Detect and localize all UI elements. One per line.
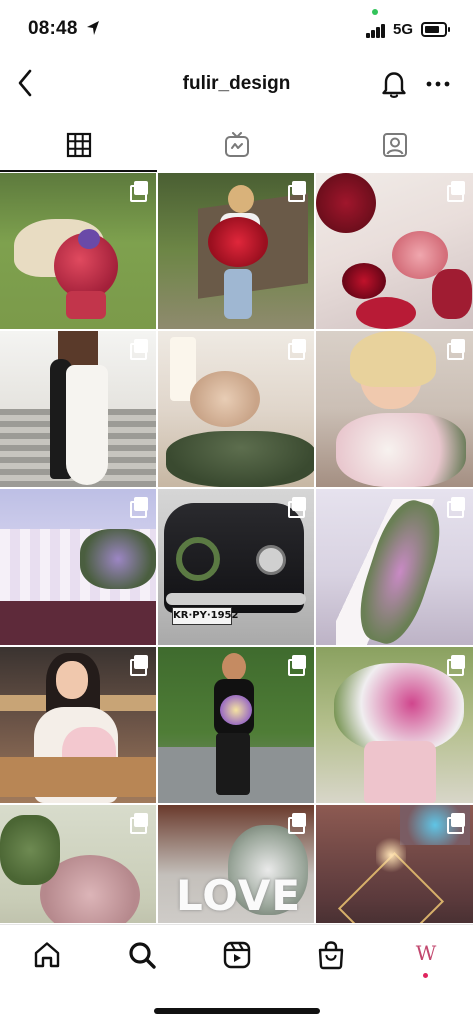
flower-arch-shape xyxy=(80,529,156,589)
reels-icon xyxy=(223,941,251,969)
candle-light-shape xyxy=(376,835,406,875)
bouquet-shape xyxy=(336,413,466,487)
carousel-icon xyxy=(288,339,306,360)
tab-tagged[interactable] xyxy=(316,120,473,172)
candle-glass-shape xyxy=(342,263,386,299)
more-options-icon[interactable] xyxy=(426,81,450,87)
post-tile[interactable] xyxy=(316,173,473,329)
signal-strength-icon xyxy=(366,24,386,38)
carousel-icon xyxy=(130,655,148,676)
tab-grid[interactable] xyxy=(0,120,157,172)
bottom-navigation: W xyxy=(0,924,473,986)
flower-box-shape xyxy=(364,741,436,803)
status-bar: 08:48 5G xyxy=(0,0,473,56)
post-tile[interactable] xyxy=(0,489,156,645)
post-tile[interactable] xyxy=(0,805,156,923)
post-tile[interactable] xyxy=(158,647,314,803)
post-tile[interactable]: KR·PY·1952 xyxy=(158,489,314,645)
bell-icon[interactable] xyxy=(380,69,408,99)
privacy-indicator-dot xyxy=(372,9,378,15)
status-time: 08:48 xyxy=(28,18,78,39)
post-tile[interactable] xyxy=(158,173,314,329)
carousel-icon xyxy=(130,181,148,202)
carousel-icon xyxy=(447,181,465,202)
peony-shape xyxy=(190,371,260,427)
love-sign: LOVE xyxy=(176,871,302,920)
home-icon xyxy=(34,942,60,968)
network-type: 5G xyxy=(393,21,414,38)
post-tile[interactable] xyxy=(0,647,156,803)
purple-flower-shape xyxy=(78,229,100,249)
post-tile[interactable] xyxy=(316,647,473,803)
notification-dot xyxy=(423,973,428,978)
carousel-icon xyxy=(288,181,306,202)
nav-reels[interactable] xyxy=(221,939,253,971)
carousel-icon xyxy=(447,813,465,834)
candle-glass-shape xyxy=(356,297,416,329)
nav-home[interactable] xyxy=(31,939,63,971)
igtv-icon xyxy=(225,132,249,157)
greenery-shape xyxy=(0,815,60,885)
hair-shape xyxy=(350,331,436,387)
vase-shape xyxy=(66,291,106,319)
post-tile[interactable] xyxy=(0,173,156,329)
battery-icon xyxy=(421,22,450,37)
bench-seat-shape xyxy=(0,757,156,797)
flower-cluster-shape xyxy=(432,269,472,319)
wreath-shape xyxy=(176,537,220,581)
nav-search[interactable] xyxy=(126,939,158,971)
carousel-icon xyxy=(288,813,306,834)
carousel-icon xyxy=(130,339,148,360)
roses-shape xyxy=(208,217,268,267)
carousel-icon xyxy=(130,497,148,518)
post-tile[interactable] xyxy=(316,489,473,645)
floor-shape xyxy=(0,601,156,645)
grid-icon xyxy=(66,132,92,158)
battery-level xyxy=(425,26,439,33)
license-plate: KR·PY·1952 xyxy=(172,607,238,625)
jeans-shape xyxy=(224,269,252,319)
greenery-shape xyxy=(166,431,314,487)
carousel-icon xyxy=(288,655,306,676)
nav-shop[interactable] xyxy=(315,939,347,971)
posts-grid: KR·PY·1952 LOVE xyxy=(0,173,473,923)
profile-tabs xyxy=(0,120,473,172)
head-shape xyxy=(222,653,246,681)
carousel-icon xyxy=(130,813,148,834)
location-arrow-icon xyxy=(87,21,99,35)
post-tile[interactable]: LOVE xyxy=(158,805,314,923)
shop-icon xyxy=(318,941,344,970)
trousers-shape xyxy=(216,733,250,795)
carousel-icon xyxy=(447,655,465,676)
post-tile[interactable] xyxy=(316,331,473,487)
peony-bouquet-shape xyxy=(334,663,464,753)
post-tile[interactable] xyxy=(0,331,156,487)
face-shape xyxy=(56,661,88,699)
carousel-icon xyxy=(447,497,465,518)
profile-header: fulir_design xyxy=(0,56,473,112)
carousel-icon xyxy=(447,339,465,360)
profile-avatar[interactable]: W xyxy=(414,941,438,965)
bride-shape xyxy=(66,365,108,485)
post-tile[interactable] xyxy=(158,331,314,487)
head-shape xyxy=(228,185,254,213)
post-tile[interactable] xyxy=(316,805,473,923)
search-icon xyxy=(129,942,156,969)
flower-box-shape xyxy=(220,695,252,725)
tab-igtv[interactable] xyxy=(158,120,315,172)
home-indicator[interactable] xyxy=(154,1008,320,1014)
carousel-icon xyxy=(288,497,306,518)
tagged-person-icon xyxy=(383,133,407,157)
flower-cluster-shape xyxy=(316,173,376,233)
bumper-shape xyxy=(166,593,306,605)
headlight-shape xyxy=(256,545,286,575)
